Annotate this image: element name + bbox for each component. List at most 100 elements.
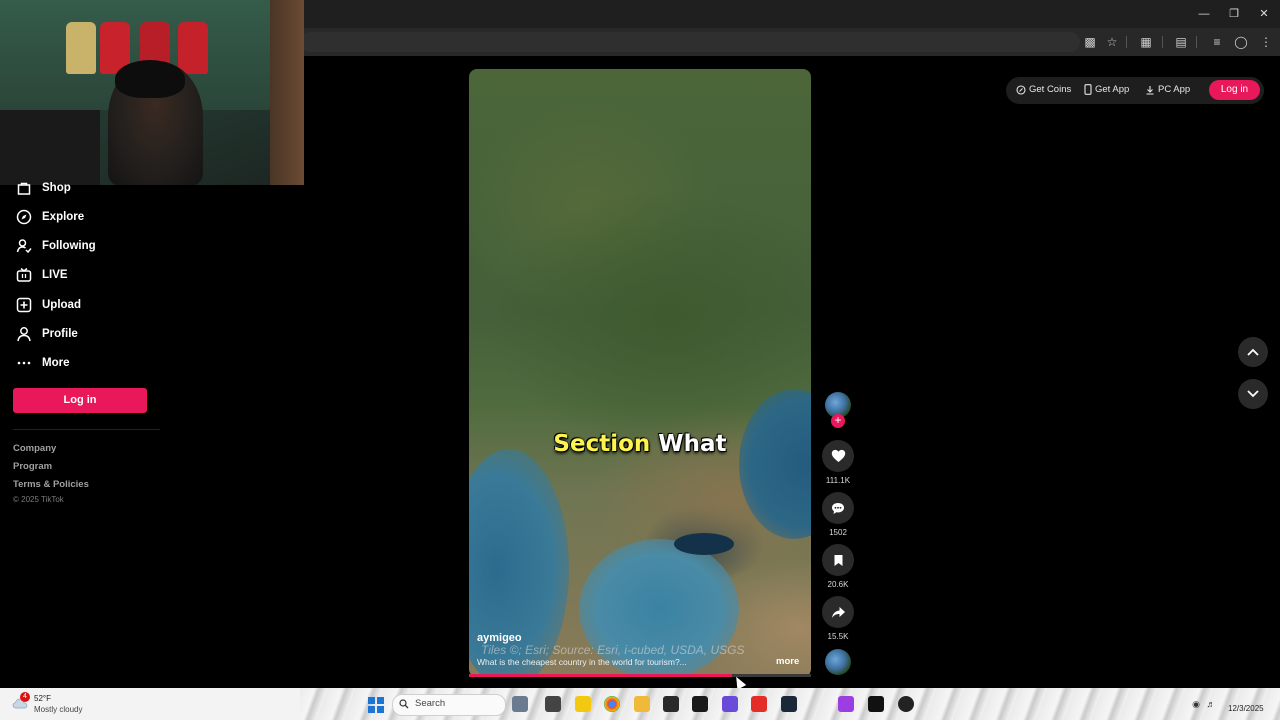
extensions-icon[interactable]: ▦: [1138, 34, 1154, 50]
footer-link-program[interactable]: Program: [13, 461, 52, 472]
taskbar-app-icon[interactable]: [545, 696, 561, 712]
webcam-jersey: [178, 22, 208, 74]
following-icon: [14, 236, 34, 256]
sidebar-item-label: Upload: [42, 299, 81, 311]
webcam-overlay: [0, 0, 304, 185]
compass-icon: [14, 207, 34, 227]
save-button[interactable]: [822, 544, 854, 576]
sidebar-item-upload[interactable]: Upload: [14, 294, 81, 316]
copyright: © 2025 TikTok: [13, 495, 64, 504]
follow-plus-icon[interactable]: +: [831, 414, 845, 428]
webcam-person-hair: [115, 60, 185, 98]
map-sea: [739, 389, 811, 539]
taskbar-search-label: Search: [415, 698, 446, 709]
caption-rest: What: [658, 431, 727, 457]
taskbar-date[interactable]: 12/3/2025: [1228, 704, 1264, 713]
video-description: What is the cheapest country in the worl…: [477, 657, 687, 667]
webcam-chair: [0, 110, 100, 185]
share-icon: [831, 606, 845, 618]
sidebar-item-more[interactable]: More: [14, 352, 69, 374]
chevron-down-icon: [1247, 390, 1259, 398]
taskbar-app-icon[interactable]: [838, 696, 854, 712]
steam-icon[interactable]: [781, 696, 797, 712]
more-icon: [14, 353, 34, 373]
bookmark-icon: [834, 554, 842, 566]
like-count: 111.1K: [825, 476, 851, 485]
comment-button[interactable]: [822, 492, 854, 524]
menu-icon[interactable]: ⋮: [1258, 34, 1274, 50]
webcam-door: [270, 0, 304, 185]
upload-icon: [14, 295, 34, 315]
profile-icon: [14, 324, 34, 344]
volume-icon[interactable]: ♬: [1205, 698, 1217, 710]
pc-app-button[interactable]: PC App: [1145, 84, 1190, 95]
taskbar-app-icon[interactable]: [868, 696, 884, 712]
reading-list-icon[interactable]: ≡: [1209, 34, 1225, 50]
media-icon[interactable]: ▤: [1173, 34, 1189, 50]
video-caption: Section What: [469, 431, 811, 457]
heart-icon: [831, 449, 845, 462]
get-coins-label: Get Coins: [1029, 84, 1072, 95]
weather-condition: Mostly cloudy: [34, 705, 83, 714]
taskbar-app-icon[interactable]: [722, 696, 738, 712]
weather-temperature[interactable]: 52°F: [34, 694, 51, 703]
taskbar-search[interactable]: [392, 694, 506, 716]
webcam-jersey: [66, 22, 96, 74]
folder-icon[interactable]: [634, 696, 650, 712]
sidebar-divider: [13, 429, 160, 430]
account-icon[interactable]: ◯: [1233, 34, 1249, 50]
close-icon[interactable]: ✕: [1256, 6, 1272, 22]
like-button[interactable]: [822, 440, 854, 472]
weather-badge: 4: [20, 692, 30, 702]
sidebar-item-live[interactable]: LIVE: [14, 264, 68, 286]
comment-count: 1502: [829, 528, 847, 537]
windows-start-button[interactable]: [368, 697, 384, 713]
share-count: 15.5K: [827, 632, 849, 641]
sidebar-item-shop[interactable]: Shop: [14, 177, 71, 199]
caption-highlight: Section: [553, 431, 651, 457]
header-login-button[interactable]: Log in: [1209, 80, 1260, 100]
sidebar-item-label: More: [42, 357, 70, 369]
get-app-label: Get App: [1095, 84, 1130, 95]
sidebar-item-explore[interactable]: Explore: [14, 206, 84, 228]
map-lake: [674, 533, 734, 555]
get-app-button[interactable]: Get App: [1084, 84, 1129, 95]
taskbar-app-icon[interactable]: [663, 696, 679, 712]
previous-video-button[interactable]: [1238, 337, 1268, 367]
minimize-icon[interactable]: —: [1196, 6, 1212, 22]
pc-app-label: PC App: [1158, 84, 1191, 95]
epic-games-icon[interactable]: [692, 696, 708, 712]
youtube-icon[interactable]: [751, 696, 767, 712]
footer-link-company[interactable]: Company: [13, 443, 56, 454]
obs-icon[interactable]: [898, 696, 914, 712]
chevron-up-icon: [1247, 348, 1259, 356]
chrome-icon[interactable]: [604, 696, 620, 712]
phone-icon: [1084, 84, 1092, 95]
sidebar-item-label: Profile: [42, 328, 78, 340]
sound-disc[interactable]: [825, 649, 851, 675]
sidebar-login-button[interactable]: Log in: [13, 388, 147, 413]
taskbar-app-icon[interactable]: [512, 696, 528, 712]
map-attribution: Tiles ©; Esri; Source: Esri, i-cubed, US…: [481, 643, 745, 657]
search-icon: [399, 699, 409, 709]
taskbar-app-icon[interactable]: [575, 696, 591, 712]
toolbar-divider: [1162, 36, 1163, 48]
next-video-button[interactable]: [1238, 379, 1268, 409]
download-icon: [1146, 85, 1154, 95]
save-count: 20.6K: [827, 580, 849, 589]
sidebar-item-profile[interactable]: Profile: [14, 323, 78, 345]
more-button[interactable]: more: [776, 656, 799, 667]
cast-icon[interactable]: ▩: [1082, 34, 1098, 50]
share-button[interactable]: [822, 596, 854, 628]
star-icon[interactable]: ☆: [1104, 34, 1120, 50]
video-player[interactable]: Section What aymigeo Tiles ©; Esri; Sour…: [469, 69, 811, 677]
video-progress-bar[interactable]: [469, 674, 811, 677]
video-progress-fill: [469, 674, 733, 677]
address-bar[interactable]: [300, 32, 1080, 52]
get-coins-button[interactable]: Get Coins: [1016, 84, 1071, 95]
sidebar-item-following[interactable]: Following: [14, 235, 96, 257]
restore-icon[interactable]: ❐: [1226, 6, 1242, 22]
sidebar-item-label: LIVE: [42, 269, 68, 281]
footer-link-terms[interactable]: Terms & Policies: [13, 479, 89, 490]
wifi-icon[interactable]: ◉: [1190, 698, 1202, 710]
